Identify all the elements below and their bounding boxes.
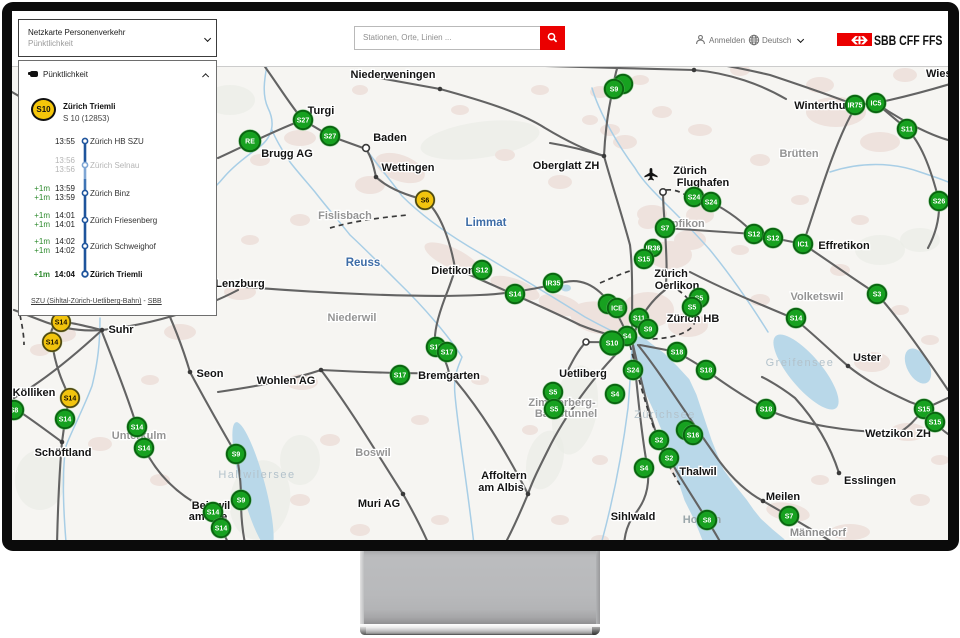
svg-text:S14: S14 [509, 291, 522, 298]
svg-text:IR35: IR35 [546, 280, 561, 287]
svg-text:Fislisbach: Fislisbach [318, 210, 372, 222]
svg-text:Dietikon: Dietikon [431, 265, 475, 277]
svg-text:S12: S12 [748, 231, 761, 238]
svg-text:Zürich: Zürich [654, 268, 688, 280]
svg-text:S18: S18 [700, 367, 713, 374]
svg-text:S9: S9 [644, 326, 653, 333]
svg-text:S17: S17 [441, 349, 454, 356]
svg-text:S12: S12 [476, 267, 489, 274]
svg-text:S24: S24 [688, 194, 701, 201]
svg-text:Oberglatt ZH: Oberglatt ZH [533, 160, 600, 172]
svg-text:S14: S14 [55, 319, 68, 326]
svg-text:S15: S15 [918, 406, 931, 413]
svg-text:S14: S14 [215, 525, 228, 532]
svg-text:Bremgarten: Bremgarten [418, 370, 480, 382]
svg-text:S14: S14 [64, 395, 77, 402]
svg-text:S5: S5 [550, 406, 559, 413]
svg-text:RE: RE [245, 138, 255, 145]
svg-text:S5: S5 [549, 389, 558, 396]
svg-text:S10: S10 [606, 340, 619, 347]
svg-text:Lenzburg: Lenzburg [215, 278, 265, 290]
svg-text:Uetliberg: Uetliberg [559, 368, 607, 380]
svg-text:S11: S11 [901, 126, 913, 133]
svg-text:Suhr: Suhr [108, 324, 134, 336]
svg-text:S16: S16 [687, 432, 700, 439]
svg-text:S12: S12 [767, 235, 780, 242]
svg-text:S6: S6 [421, 197, 430, 204]
svg-text:S9: S9 [232, 451, 241, 458]
svg-text:Wetzikon ZH: Wetzikon ZH [865, 428, 931, 440]
svg-text:S27: S27 [297, 117, 310, 124]
svg-text:S8: S8 [12, 407, 18, 414]
svg-text:Männedorf: Männedorf [790, 527, 847, 539]
svg-text:S7: S7 [785, 513, 794, 520]
svg-text:IC1: IC1 [798, 241, 809, 248]
svg-text:Greifensee: Greifensee [766, 357, 835, 369]
svg-text:Limmat: Limmat [466, 217, 507, 229]
svg-text:Flughafen: Flughafen [677, 177, 730, 189]
svg-text:S8: S8 [703, 517, 712, 524]
svg-text:S7: S7 [661, 225, 670, 232]
svg-text:S14: S14 [131, 424, 144, 431]
svg-text:Niederweningen: Niederweningen [351, 69, 436, 81]
svg-text:S14: S14 [46, 339, 59, 346]
svg-text:Wohlen AG: Wohlen AG [257, 375, 316, 387]
svg-text:S24: S24 [705, 199, 718, 206]
svg-text:S3: S3 [873, 291, 882, 298]
svg-text:S14: S14 [790, 315, 803, 322]
svg-text:Winterthur: Winterthur [794, 100, 850, 112]
svg-text:S15: S15 [929, 419, 942, 426]
svg-text:S18: S18 [671, 349, 684, 356]
svg-text:Meilen: Meilen [766, 491, 801, 503]
svg-text:Brugg AG: Brugg AG [261, 148, 313, 160]
svg-text:Zürich: Zürich [673, 165, 707, 177]
svg-text:Wiesendangen: Wiesendangen [926, 68, 948, 80]
svg-text:Esslingen: Esslingen [844, 475, 896, 487]
svg-text:Schöftland: Schöftland [35, 447, 92, 459]
svg-text:Baden: Baden [373, 132, 407, 144]
svg-text:S18: S18 [760, 406, 773, 413]
svg-text:S14: S14 [138, 445, 151, 452]
svg-text:Niederwil: Niederwil [328, 312, 377, 324]
svg-text:Seon: Seon [197, 368, 224, 380]
svg-text:Effretikon: Effretikon [818, 240, 870, 252]
svg-text:Hallwilersee: Hallwilersee [218, 469, 295, 481]
svg-text:Muri AG: Muri AG [358, 498, 400, 510]
svg-text:Brütten: Brütten [779, 148, 818, 160]
svg-text:S26: S26 [933, 198, 946, 205]
svg-text:S9: S9 [610, 86, 619, 93]
svg-text:S14: S14 [59, 416, 72, 423]
svg-text:Volketswil: Volketswil [791, 291, 844, 303]
svg-text:S2: S2 [665, 455, 674, 462]
svg-text:S9: S9 [237, 497, 246, 504]
svg-text:Boswil: Boswil [355, 447, 390, 459]
svg-text:S5: S5 [688, 304, 697, 311]
svg-text:S4: S4 [611, 391, 620, 398]
svg-text:S4: S4 [640, 465, 649, 472]
svg-text:S27: S27 [324, 133, 337, 140]
svg-text:S17: S17 [394, 372, 407, 379]
svg-text:S15: S15 [638, 256, 651, 263]
svg-text:Reuss: Reuss [346, 257, 381, 269]
svg-text:Thalwil: Thalwil [679, 466, 716, 478]
svg-text:Uster: Uster [853, 352, 882, 364]
svg-text:ICE: ICE [611, 305, 623, 312]
svg-text:Wettingen: Wettingen [382, 162, 435, 174]
svg-text:S2: S2 [655, 437, 664, 444]
svg-text:Affoltern: Affoltern [481, 470, 527, 482]
svg-text:IR75: IR75 [848, 102, 863, 109]
svg-text:am Albis: am Albis [478, 482, 523, 494]
svg-text:IC5: IC5 [871, 100, 882, 107]
svg-text:Kölliken: Kölliken [13, 387, 56, 399]
svg-text:S24: S24 [627, 367, 640, 374]
svg-text:S14: S14 [207, 509, 220, 516]
svg-text:Sihlwald: Sihlwald [611, 511, 656, 523]
svg-text:Zürichsee: Zürichsee [634, 409, 696, 421]
